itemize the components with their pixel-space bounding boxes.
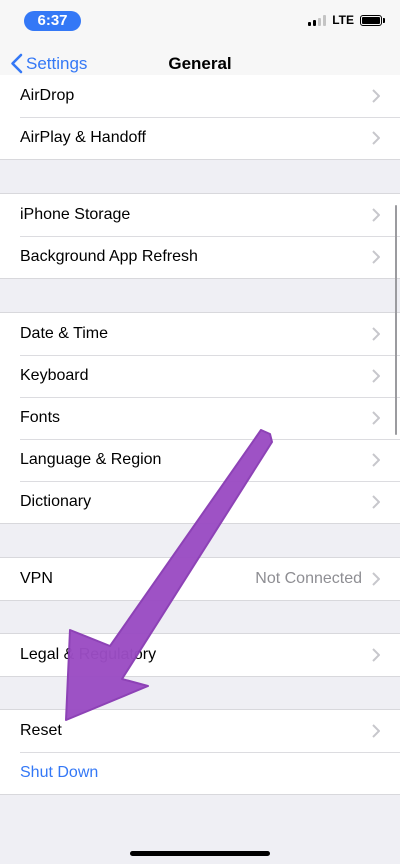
page-title: General <box>168 54 232 73</box>
settings-row-iphone-storage[interactable]: iPhone Storage <box>0 194 400 236</box>
scroll-indicator[interactable] <box>394 205 397 435</box>
row-label: Date & Time <box>20 325 109 342</box>
chevron-right-icon <box>372 131 380 145</box>
battery-icon <box>360 14 385 26</box>
shut-down-label: Shut Down <box>20 764 99 781</box>
settings-group-reset: Reset Shut Down <box>0 709 400 795</box>
settings-row-keyboard[interactable]: Keyboard <box>0 355 400 397</box>
status-time[interactable]: 6:37 <box>24 11 81 31</box>
settings-group-storage: iPhone Storage Background App Refresh <box>0 193 400 279</box>
chevron-right-icon <box>372 572 380 586</box>
settings-row-fonts[interactable]: Fonts <box>0 397 400 439</box>
chevron-right-icon <box>372 453 380 467</box>
row-label: Legal & Regulatory <box>20 646 157 663</box>
cellular-signal-icon <box>308 14 327 26</box>
settings-group-legal: Legal & Regulatory <box>0 633 400 677</box>
home-indicator[interactable] <box>130 851 270 856</box>
settings-row-language-region[interactable]: Language & Region <box>0 439 400 481</box>
row-label: iPhone Storage <box>20 206 131 223</box>
row-label: Reset <box>20 722 62 739</box>
vpn-status-value: Not Connected <box>255 570 362 587</box>
settings-row-reset[interactable]: Reset <box>0 710 400 752</box>
chevron-right-icon <box>372 327 380 341</box>
settings-row-airplay-handoff[interactable]: AirPlay & Handoff <box>0 117 400 159</box>
chevron-right-icon <box>372 648 380 662</box>
row-label: Dictionary <box>20 493 92 510</box>
settings-row-shut-down[interactable]: Shut Down <box>0 752 400 794</box>
chevron-right-icon <box>372 411 380 425</box>
row-label: Language & Region <box>20 451 162 468</box>
chevron-right-icon <box>372 724 380 738</box>
settings-row-vpn[interactable]: VPN Not Connected <box>0 558 400 600</box>
settings-row-background-app-refresh[interactable]: Background App Refresh <box>0 236 400 278</box>
chevron-right-icon <box>372 208 380 222</box>
chevron-right-icon <box>372 250 380 264</box>
status-bar: 6:37 LTE <box>0 0 400 44</box>
settings-row-legal-regulatory[interactable]: Legal & Regulatory <box>0 634 400 676</box>
settings-row-airdrop[interactable]: AirDrop <box>0 75 400 117</box>
row-label: Fonts <box>20 409 61 426</box>
row-label: AirDrop <box>20 87 75 104</box>
chevron-right-icon <box>372 369 380 383</box>
settings-group-vpn: VPN Not Connected <box>0 557 400 601</box>
network-type-label: LTE <box>332 13 354 27</box>
row-label: Background App Refresh <box>20 248 198 265</box>
row-label: VPN <box>20 570 53 587</box>
row-label: Keyboard <box>20 367 89 384</box>
status-indicators: LTE <box>308 13 385 27</box>
settings-row-dictionary[interactable]: Dictionary <box>0 481 400 523</box>
settings-row-date-time[interactable]: Date & Time <box>0 313 400 355</box>
settings-group-locale: Date & Time Keyboard Fonts Language & Re… <box>0 312 400 524</box>
chevron-right-icon <box>372 495 380 509</box>
chevron-right-icon <box>372 89 380 103</box>
row-label: AirPlay & Handoff <box>20 129 146 146</box>
settings-group-sharing: AirDrop AirPlay & Handoff <box>0 75 400 160</box>
